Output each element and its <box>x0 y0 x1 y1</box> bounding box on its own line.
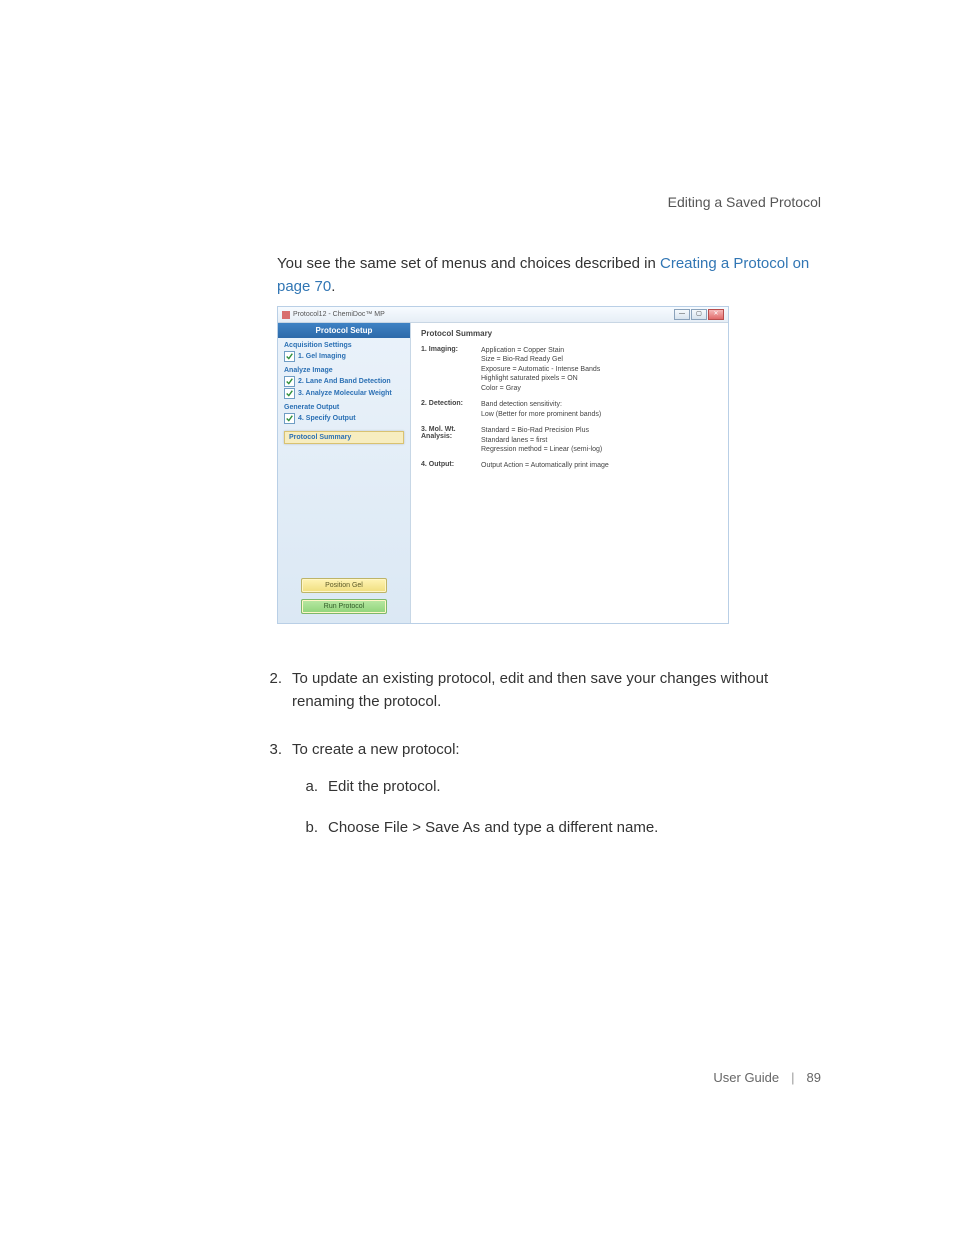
protocol-summary-panel: Protocol Summary 1. Imaging: Application… <box>411 323 728 623</box>
intro-paragraph: You see the same set of menus and choice… <box>277 252 819 299</box>
list-subitem: Edit the protocol. <box>292 775 819 798</box>
summary-value: Output Action = Automatically print imag… <box>481 461 609 470</box>
sidebar-group-analyze: Analyze Image <box>284 367 404 374</box>
check-icon <box>284 351 295 362</box>
list-item: To create a new protocol: Edit the proto… <box>254 738 819 840</box>
list-subitem-text: Choose File > Save As and type a differe… <box>328 819 658 836</box>
intro-suffix: . <box>331 278 335 295</box>
summary-row-molwt: 3. Mol. Wt. Analysis: Standard = Bio-Rad… <box>421 426 718 454</box>
summary-row-output: 4. Output: Output Action = Automatically… <box>421 461 718 470</box>
page-footer: User Guide | 89 <box>713 1070 821 1085</box>
summary-key: 3. Mol. Wt. Analysis: <box>421 426 481 454</box>
window-title: Protocol12 - ChemiDoc™ MP <box>293 311 385 318</box>
intro-prefix: You see the same set of menus and choice… <box>277 255 660 272</box>
section-heading: Editing a Saved Protocol <box>668 194 821 210</box>
window-close-button[interactable]: ✕ <box>708 309 724 320</box>
run-protocol-button[interactable]: Run Protocol <box>301 599 387 614</box>
sidebar-item-mol-weight[interactable]: 3. Analyze Molecular Weight <box>284 388 404 399</box>
sidebar-group-output: Generate Output <box>284 404 404 411</box>
page-number: 89 <box>807 1070 821 1085</box>
check-icon <box>284 413 295 424</box>
sidebar-caption: Protocol Setup <box>278 323 410 338</box>
window-minimize-button[interactable]: — <box>674 309 690 320</box>
sidebar-item-protocol-summary[interactable]: Protocol Summary <box>284 431 404 444</box>
instruction-list: To update an existing protocol, edit and… <box>254 667 819 863</box>
list-subitem-text: Edit the protocol. <box>328 778 441 795</box>
check-icon <box>284 376 295 387</box>
summary-value: Standard = Bio-Rad Precision PlusStandar… <box>481 426 602 454</box>
sidebar-item-lane-band[interactable]: 2. Lane And Band Detection <box>284 376 404 387</box>
summary-key: 1. Imaging: <box>421 346 481 393</box>
list-item-text: To update an existing protocol, edit and… <box>292 670 768 710</box>
sidebar-item-label: 3. Analyze Molecular Weight <box>298 390 392 397</box>
sidebar-item-label: 2. Lane And Band Detection <box>298 378 391 385</box>
summary-row-detection: 2. Detection: Band detection sensitivity… <box>421 400 718 419</box>
list-subitem: Choose File > Save As and type a differe… <box>292 816 819 839</box>
summary-value: Application = Copper StainSize = Bio-Rad… <box>481 346 600 393</box>
summary-key: 2. Detection: <box>421 400 481 419</box>
footer-separator: | <box>791 1070 794 1085</box>
window-maximize-button[interactable]: ▢ <box>691 309 707 320</box>
sidebar-item-gel-imaging[interactable]: 1. Gel Imaging <box>284 351 404 362</box>
list-item-text: To create a new protocol: <box>292 741 460 758</box>
window-titlebar: Protocol12 - ChemiDoc™ MP — ▢ ✕ <box>278 307 728 323</box>
app-icon <box>282 311 290 319</box>
check-icon <box>284 388 295 399</box>
sidebar-group-acquisition: Acquisition Settings <box>284 342 404 349</box>
sidebar-item-specify-output[interactable]: 4. Specify Output <box>284 413 404 424</box>
protocol-window: Protocol12 - ChemiDoc™ MP — ▢ ✕ Protocol… <box>277 306 729 624</box>
summary-value: Band detection sensitivity:Low (Better f… <box>481 400 601 419</box>
sidebar: Protocol Setup Acquisition Settings 1. G… <box>278 323 411 623</box>
list-item: To update an existing protocol, edit and… <box>254 667 819 714</box>
panel-title: Protocol Summary <box>421 329 718 338</box>
sidebar-item-label: 1. Gel Imaging <box>298 353 346 360</box>
footer-label: User Guide <box>713 1070 779 1085</box>
summary-key: 4. Output: <box>421 461 481 470</box>
sidebar-item-label: 4. Specify Output <box>298 415 356 422</box>
position-gel-button[interactable]: Position Gel <box>301 578 387 593</box>
summary-row-imaging: 1. Imaging: Application = Copper StainSi… <box>421 346 718 393</box>
